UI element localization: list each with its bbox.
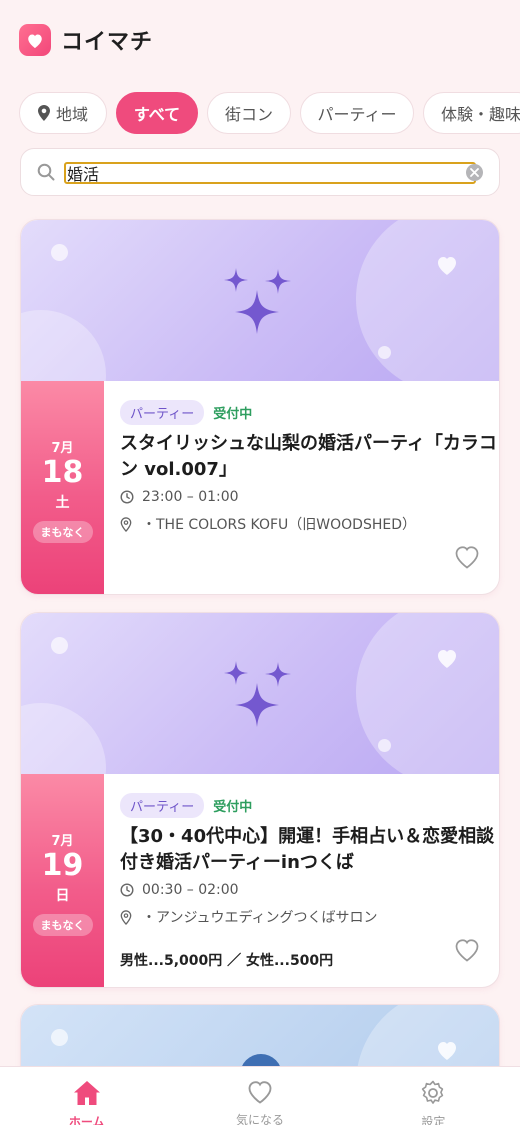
app-header: コイマチ — [19, 22, 153, 58]
event-day: 18 — [41, 454, 84, 490]
decorative-heart-icon — [435, 647, 459, 673]
event-card[interactable]: 7月 18 土 まもなく パーティー 受付中 スタイリッシュな山梨の婚活パーティ… — [20, 219, 500, 595]
search-bar — [20, 148, 500, 196]
nav-favorites[interactable]: 気になる — [173, 1067, 346, 1125]
location-pin-icon — [120, 909, 135, 925]
favorite-heart-icon[interactable] — [453, 937, 481, 967]
event-weekday: 日 — [55, 887, 70, 904]
nav-settings[interactable]: 設定 — [347, 1067, 520, 1125]
event-price: 男性...5,000円 ／ 女性...500円 — [120, 953, 334, 969]
app-title: コイマチ — [61, 30, 154, 55]
event-month: 7月 — [51, 440, 74, 456]
soon-badge: まもなく — [32, 913, 93, 936]
filter-chip-hobby[interactable]: 体験・趣味 — [423, 92, 520, 134]
sparkles-icon — [223, 268, 295, 342]
soon-badge: まもなく — [32, 520, 93, 543]
location-pin-icon — [120, 516, 135, 532]
event-month: 7月 — [51, 833, 74, 849]
filter-chip-party[interactable]: パーティー — [300, 92, 415, 134]
filter-chip-label: 地域 — [56, 105, 89, 124]
event-time: 00:30 – 02:00 — [142, 882, 239, 898]
favorite-heart-icon[interactable] — [453, 544, 481, 574]
event-banner — [21, 613, 499, 774]
event-date: 7月 18 土 まもなく — [21, 381, 104, 594]
filter-chip-region[interactable]: 地域 — [19, 92, 108, 134]
event-day: 19 — [41, 847, 84, 883]
event-venue: ・THE COLORS KOFU（旧WOODSHED） — [142, 517, 416, 533]
category-tag: パーティー — [120, 793, 205, 818]
bottom-nav: ホーム 気になる 設定 — [0, 1066, 520, 1125]
status-badge: 受付中 — [213, 800, 253, 815]
decorative-heart-icon — [435, 254, 459, 280]
event-venue: ・アンジュウエディングつくばサロン — [142, 910, 378, 926]
event-title[interactable]: スタイリッシュな山梨の婚活パーティ「カラコン vol.007」 — [120, 431, 499, 483]
clear-icon[interactable] — [466, 164, 483, 181]
search-icon — [37, 163, 55, 185]
nav-home[interactable]: ホーム — [0, 1067, 173, 1125]
location-pin-icon — [38, 105, 50, 121]
filter-chips: 地域 すべて 街コン パーティー 体験・趣味 — [19, 92, 520, 134]
filter-chip-machikon[interactable]: 街コン — [207, 92, 292, 134]
decorative-heart-icon — [435, 1039, 459, 1065]
event-title[interactable]: 【30・40代中心】開運！手相占い＆恋愛相談付き婚活パーティーinつくば — [120, 824, 499, 876]
sparkles-icon — [223, 661, 295, 735]
gear-icon — [419, 1079, 447, 1110]
nav-favorites-label: 気になる — [235, 1113, 284, 1125]
clock-icon — [120, 883, 135, 897]
nav-home-label: ホーム — [68, 1115, 105, 1125]
status-badge: 受付中 — [213, 407, 253, 422]
nav-settings-label: 設定 — [421, 1115, 446, 1125]
filter-chip-all[interactable]: すべて — [116, 92, 199, 134]
clock-icon — [120, 490, 135, 504]
event-time: 23:00 – 01:00 — [142, 489, 239, 505]
category-tag: パーティー — [120, 400, 205, 425]
event-date: 7月 19 日 まもなく — [21, 774, 104, 987]
event-card[interactable]: 7月 19 日 まもなく パーティー 受付中 【30・40代中心】開運！手相占い… — [20, 612, 500, 988]
heart-icon — [246, 1079, 274, 1108]
app-logo-heart-icon — [19, 24, 51, 56]
event-banner — [21, 220, 499, 381]
search-input[interactable] — [64, 162, 476, 184]
event-weekday: 土 — [55, 494, 70, 511]
home-icon — [72, 1079, 102, 1110]
